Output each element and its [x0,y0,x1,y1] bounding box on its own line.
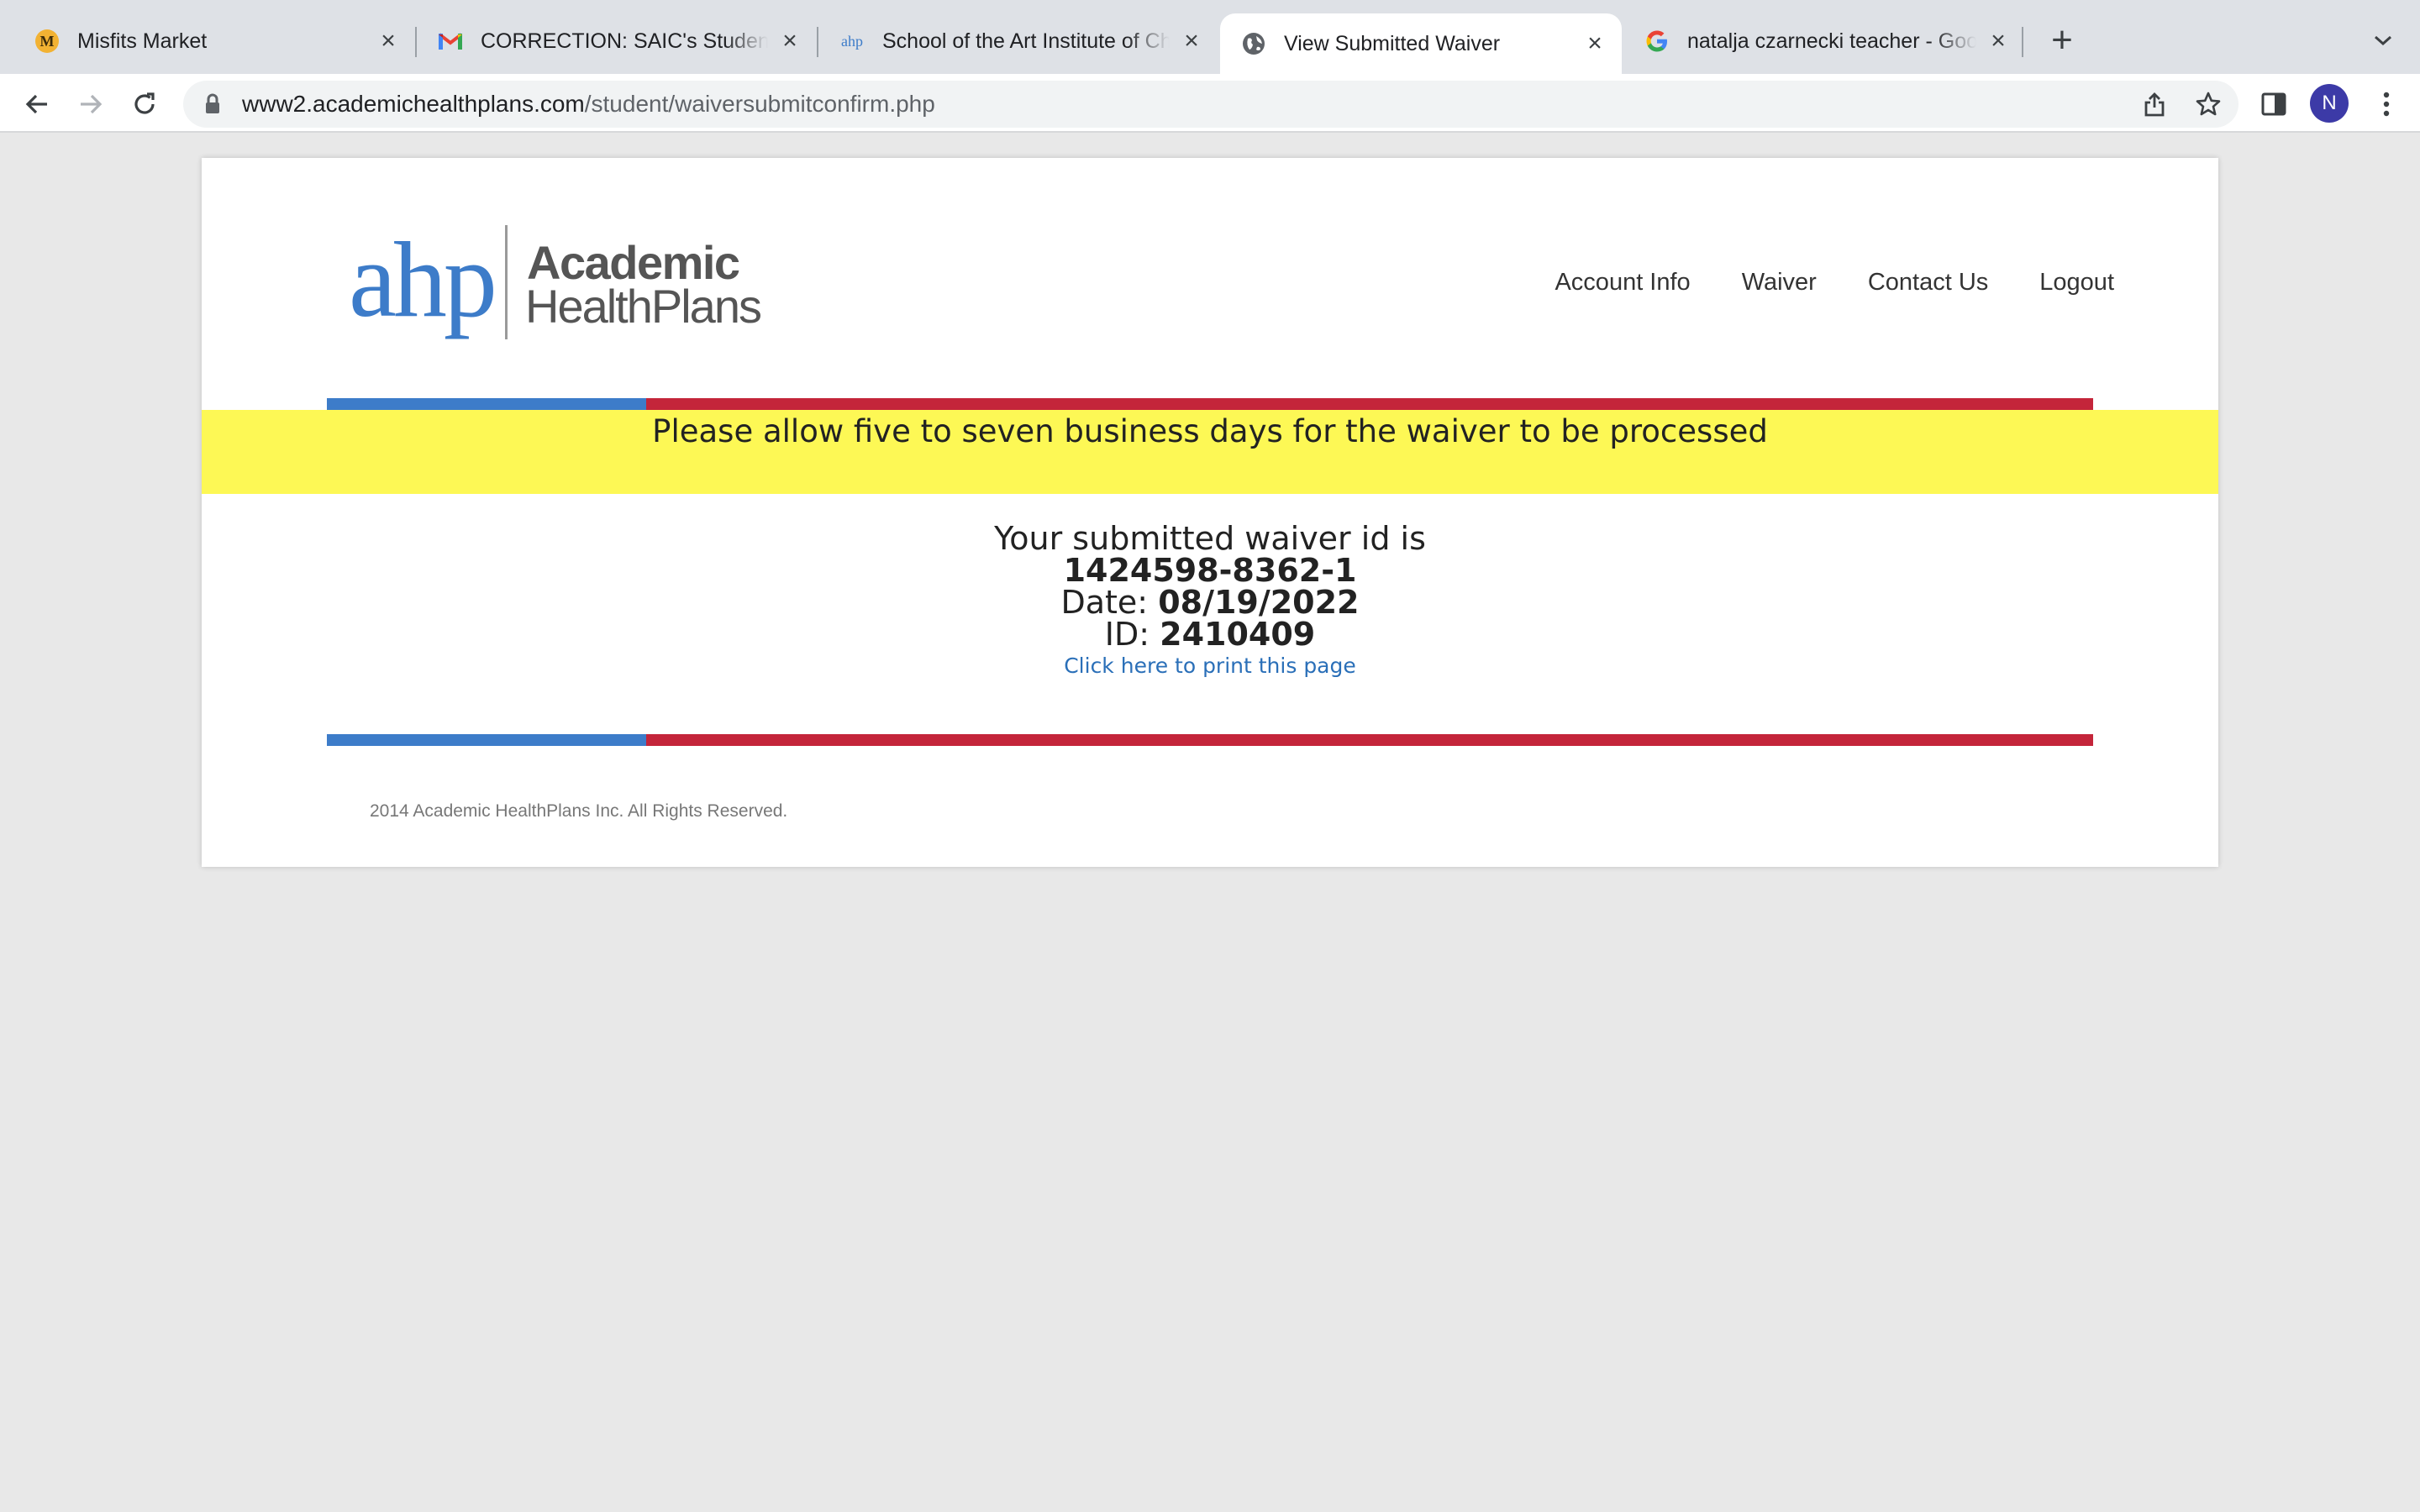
side-panel-icon [2261,92,2286,116]
nav-waiver[interactable]: Waiver [1742,269,1817,297]
tab-strip: M Misfits Market × CORRECTION: SAIC's St… [0,0,2420,74]
share-icon[interactable] [2139,89,2170,119]
waiver-date-row: Date: 08/19/2022 [202,586,2218,618]
tab-view-submitted-waiver[interactable]: View Submitted Waiver × [1220,13,1622,74]
tab-title: School of the Art Institute of Chicago [882,29,1170,53]
close-tab-icon[interactable]: × [1581,30,1608,57]
waiver-confirmation: Your submitted waiver id is 1424598-8362… [202,522,2218,678]
forward-arrow-icon [81,94,103,114]
processing-notice-text: Please allow five to seven business days… [652,413,1768,449]
ahp-icon: ahp [839,28,865,55]
stripe-red-segment [646,734,2093,746]
svg-text:M: M [40,33,55,50]
nav-logout[interactable]: Logout [2039,269,2114,297]
url-host: www2.academichealthplans.com [242,91,585,117]
misfits-market-icon: M [34,28,60,55]
tab-separator [2022,27,2023,57]
close-tab-icon[interactable]: × [375,28,402,55]
address-bar[interactable]: www2.academichealthplans.com/student/wai… [183,81,2238,128]
logo-divider [505,225,508,339]
tab-title: CORRECTION: SAIC's Student Health Insura… [481,29,768,53]
bookmark-star-icon[interactable] [2193,89,2223,119]
waiver-intro-text: Your submitted waiver id is [994,520,1426,557]
print-page-link[interactable]: Click here to print this page [1064,654,1356,678]
tab-search-chevron-icon[interactable] [2368,25,2398,55]
gmail-icon [437,28,464,55]
logo-mark: ahp [349,225,494,339]
tab-google-search[interactable]: natalja czarnecki teacher - Google Searc… [1623,13,2025,69]
close-tab-icon[interactable]: × [776,28,803,55]
tab-title: View Submitted Waiver [1284,31,1501,55]
close-tab-icon[interactable]: × [1985,28,2012,55]
copyright-text: 2014 Academic HealthPlans Inc. All Right… [370,801,788,821]
browser-toolbar: www2.academichealthplans.com/student/wai… [0,74,2420,133]
forward-button[interactable] [72,86,109,123]
student-id-row: ID: 2410409 [202,618,2218,650]
new-tab-button[interactable]: + [2044,22,2081,59]
nav-account-info[interactable]: Account Info [1555,269,1690,297]
bottom-color-stripe [327,734,2093,746]
reload-icon [134,92,155,114]
page-container: ahp Academic HealthPlans Account Info Wa… [202,158,2218,867]
logo-line-healthplans: HealthPlans [525,280,760,333]
stripe-blue-segment [327,734,646,746]
url-path: /student/waiversubmitconfirm.php [584,91,935,117]
student-id-label: ID: [1104,616,1150,653]
top-color-stripe [327,398,2093,410]
tab-title: natalja czarnecki teacher - Google Searc… [1687,29,1976,53]
profile-avatar[interactable]: N [2310,84,2349,123]
tab-misfits-market[interactable]: M Misfits Market × [13,13,415,69]
stripe-blue-segment [327,398,646,410]
lock-icon[interactable] [202,92,224,117]
side-panel-button[interactable] [2255,86,2292,123]
reload-button[interactable] [126,86,163,123]
url-text: www2.academichealthplans.com/student/wai… [242,91,935,118]
academic-healthplans-logo[interactable]: ahp Academic HealthPlans [349,220,786,343]
tab-title: Misfits Market [77,29,208,53]
google-icon [1644,28,1670,55]
close-tab-icon[interactable]: × [1178,28,1205,55]
ahp-favicon-text: ahp [841,32,863,50]
processing-notice-banner: Please allow five to seven business days… [202,410,2218,494]
globe-icon [1240,30,1267,57]
browser-menu-icon[interactable] [2370,86,2403,123]
student-id-value: 2410409 [1160,616,1316,653]
tab-correction-email[interactable]: CORRECTION: SAIC's Student Health Insura… [417,13,817,69]
stripe-red-segment [646,398,2093,410]
tab-school-art-institute[interactable]: ahp School of the Art Institute of Chica… [818,13,1218,69]
back-arrow-icon [25,94,47,114]
main-nav: Account Info Waiver Contact Us Logout [1555,269,2114,297]
back-button[interactable] [18,86,55,123]
nav-contact-us[interactable]: Contact Us [1868,269,1988,297]
